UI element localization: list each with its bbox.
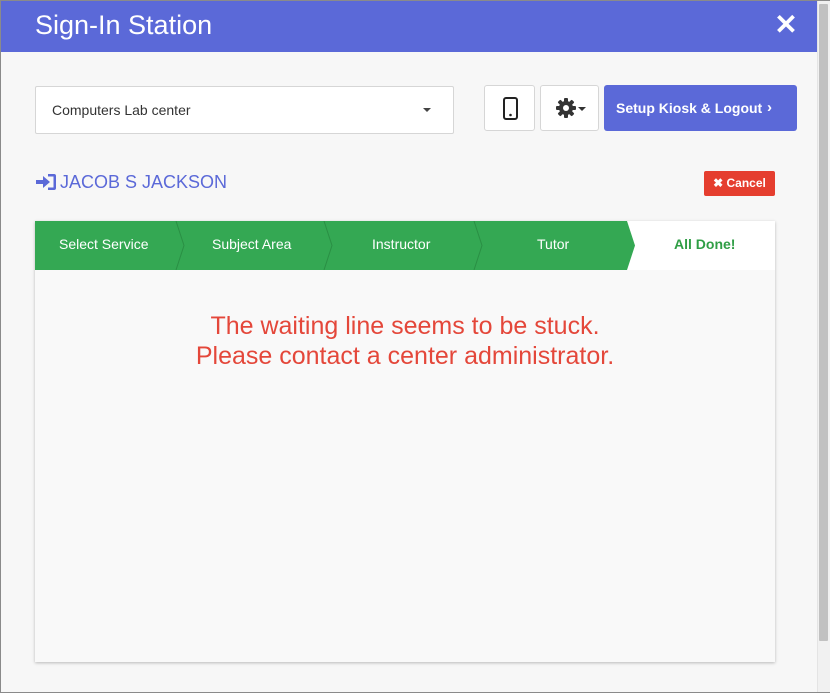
times-icon: ✖	[713, 176, 724, 190]
error-message: The waiting line seems to be stuck. Plea…	[35, 311, 775, 371]
cancel-label: Cancel	[726, 176, 766, 190]
window-title: Sign-In Station	[35, 10, 213, 40]
progress-steps: Select Service Subject Area Instructor T…	[35, 221, 775, 270]
sign-in-station-window: Sign-In Station ✕ Computers Lab center S…	[0, 0, 830, 693]
close-button[interactable]: ✕	[770, 9, 802, 41]
step-instructor: Instructor	[372, 236, 431, 252]
setup-kiosk-logout-button[interactable]: Setup Kiosk & Logout ›	[604, 85, 797, 131]
user-name: JACOB S JACKSON	[60, 172, 228, 192]
scrollbar-thumb[interactable]	[819, 4, 828, 641]
chevron-right-icon: ›	[767, 99, 772, 116]
content-area: Computers Lab center Setup Kiosk & Logou…	[1, 52, 817, 692]
setup-kiosk-logout-label: Setup Kiosk & Logout	[616, 100, 763, 116]
title-bar: Sign-In Station ✕	[1, 1, 817, 52]
caret-down-icon	[423, 108, 431, 112]
close-icon: ✕	[774, 9, 798, 40]
mobile-view-button[interactable]	[484, 85, 535, 131]
cancel-button[interactable]: ✖ Cancel	[704, 171, 775, 196]
step-select-service: Select Service	[59, 236, 149, 252]
gear-icon	[556, 98, 586, 118]
sign-in-panel: Select Service Subject Area Instructor T…	[35, 221, 775, 662]
phone-icon	[503, 97, 518, 120]
error-message-line-2: Please contact a center administrator.	[195, 342, 615, 370]
center-select-value: Computers Lab center	[52, 102, 191, 118]
sign-in-icon	[36, 174, 56, 190]
error-message-line-1: The waiting line seems to be stuck.	[210, 312, 600, 340]
center-select[interactable]: Computers Lab center	[35, 86, 454, 134]
step-subject-area: Subject Area	[212, 236, 292, 252]
settings-dropdown-button[interactable]	[540, 85, 599, 131]
step-tutor: Tutor	[537, 236, 570, 252]
step-all-done: All Done!	[674, 236, 736, 252]
